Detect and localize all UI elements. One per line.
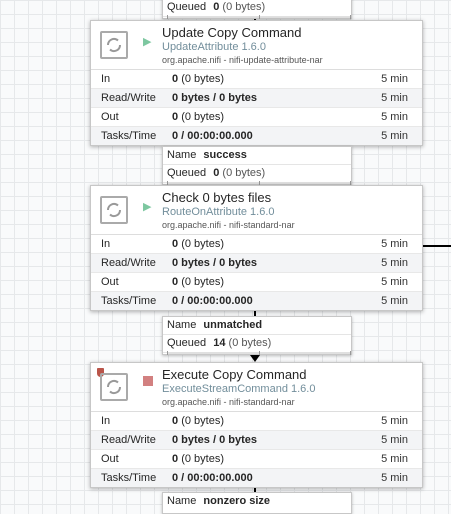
stopped-icon xyxy=(143,376,153,386)
stat-value: 0 (0 bytes) xyxy=(172,415,224,427)
processor-type: UpdateAttribute 1.6.0 xyxy=(162,41,266,53)
running-icon: ▶ xyxy=(143,201,152,213)
queue-bar xyxy=(167,181,351,185)
stat-row-out: Out 0 (0 bytes) 5 min xyxy=(91,108,422,127)
queued-count: 0 xyxy=(213,1,220,13)
stat-label: In xyxy=(101,238,111,250)
stat-value: 0 (0 bytes) xyxy=(172,453,224,465)
connection-label-unmatched[interactable]: Name unmatched Queued 14 (0 bytes) xyxy=(162,316,352,355)
connection-name: success xyxy=(203,149,247,161)
stat-row-in: In 0 (0 bytes) 5 min xyxy=(91,412,422,431)
stat-value: 0 bytes / 0 bytes xyxy=(172,257,257,269)
queued-size: (0 bytes) xyxy=(222,167,266,179)
name-label: Name xyxy=(167,319,197,331)
processor-header: Execute Copy Command ExecuteStreamComman… xyxy=(91,363,422,412)
stat-label: Out xyxy=(101,276,119,288)
stat-row-readwrite: Read/Write 0 bytes / 0 bytes 5 min xyxy=(91,431,422,450)
processor-icon xyxy=(100,31,128,59)
processor-name: Update Copy Command xyxy=(162,25,302,40)
stat-time: 5 min xyxy=(381,238,408,250)
processor-type: RouteOnAttribute 1.6.0 xyxy=(162,206,275,218)
stat-label: Read/Write xyxy=(101,257,156,269)
processor-stats: In 0 (0 bytes) 5 min Read/Write 0 bytes / 0… xyxy=(91,412,422,487)
stat-label: Out xyxy=(101,453,119,465)
stat-value: 0 / 00:00:00.000 xyxy=(172,472,253,484)
stat-row-tasks: Tasks/Time 0 / 00:00:00.000 5 min xyxy=(91,127,422,145)
stat-label: Tasks/Time xyxy=(101,472,157,484)
stat-time: 5 min xyxy=(381,130,408,142)
processor-icon xyxy=(100,373,128,401)
processor-execute-copy-command[interactable]: Execute Copy Command ExecuteStreamComman… xyxy=(90,362,423,488)
stat-time: 5 min xyxy=(381,295,408,307)
stat-row-tasks: Tasks/Time 0 / 00:00:00.000 5 min xyxy=(91,292,422,310)
stat-label: Read/Write xyxy=(101,92,156,104)
queued-label: Queued xyxy=(167,1,207,13)
stat-value: 0 bytes / 0 bytes xyxy=(172,434,257,446)
processor-header: ▶ Check 0 bytes files RouteOnAttribute 1… xyxy=(91,186,422,235)
stat-label: Read/Write xyxy=(101,434,156,446)
processor-check-0-bytes-files[interactable]: ▶ Check 0 bytes files RouteOnAttribute 1… xyxy=(90,185,423,311)
connection-label-success[interactable]: Name success Queued 0 (0 bytes) xyxy=(162,146,352,185)
queued-size: (0 bytes) xyxy=(222,1,266,13)
name-label: Name xyxy=(167,149,197,161)
stat-row-readwrite: Read/Write 0 bytes / 0 bytes 5 min xyxy=(91,254,422,273)
stat-row-out: Out 0 (0 bytes) 5 min xyxy=(91,273,422,292)
stat-value: 0 (0 bytes) xyxy=(172,111,224,123)
stat-time: 5 min xyxy=(381,276,408,288)
stat-value: 0 (0 bytes) xyxy=(172,276,224,288)
queue-bar xyxy=(167,351,351,355)
processor-name: Execute Copy Command xyxy=(162,367,307,382)
stat-value: 0 (0 bytes) xyxy=(172,73,224,85)
stat-time: 5 min xyxy=(381,453,408,465)
stat-time: 5 min xyxy=(381,472,408,484)
connection-line[interactable] xyxy=(421,245,451,247)
processor-bundle: org.apache.nifi - nifi-standard-nar xyxy=(162,397,295,407)
stat-label: In xyxy=(101,415,111,427)
connection-name: unmatched xyxy=(203,319,263,331)
stat-time: 5 min xyxy=(381,92,408,104)
processor-icon xyxy=(100,196,128,224)
processor-stats: In 0 (0 bytes) 5 min Read/Write 0 bytes / 0… xyxy=(91,235,422,310)
processor-type: ExecuteStreamCommand 1.6.0 xyxy=(162,383,316,395)
stat-row-out: Out 0 (0 bytes) 5 min xyxy=(91,450,422,469)
queued-label: Queued xyxy=(167,167,207,179)
stat-row-readwrite: Read/Write 0 bytes / 0 bytes 5 min xyxy=(91,89,422,108)
name-label: Name xyxy=(167,495,197,507)
stat-time: 5 min xyxy=(381,415,408,427)
processor-update-copy-command[interactable]: ▶ Update Copy Command UpdateAttribute 1.… xyxy=(90,20,423,146)
connection-arrow xyxy=(250,355,260,362)
stat-label: Out xyxy=(101,111,119,123)
stat-row-in: In 0 (0 bytes) 5 min xyxy=(91,235,422,254)
connection-label-top[interactable]: Queued 0 (0 bytes) xyxy=(162,0,352,19)
stat-value: 0 (0 bytes) xyxy=(172,238,224,250)
stat-label: Tasks/Time xyxy=(101,295,157,307)
stat-value: 0 / 00:00:00.000 xyxy=(172,295,253,307)
stat-row-in: In 0 (0 bytes) 5 min xyxy=(91,70,422,89)
stat-value: 0 bytes / 0 bytes xyxy=(172,92,257,104)
running-icon: ▶ xyxy=(143,36,152,48)
stat-time: 5 min xyxy=(381,257,408,269)
queued-count: 0 xyxy=(213,167,220,179)
queued-label: Queued xyxy=(167,337,207,349)
stat-time: 5 min xyxy=(381,434,408,446)
connection-label-bottom[interactable]: Name nonzero size xyxy=(162,492,352,514)
stat-value: 0 / 00:00:00.000 xyxy=(172,130,253,142)
processor-name: Check 0 bytes files xyxy=(162,190,272,205)
stat-time: 5 min xyxy=(381,73,408,85)
queue-bar xyxy=(167,15,351,19)
stat-row-tasks: Tasks/Time 0 / 00:00:00.000 5 min xyxy=(91,469,422,487)
processor-stats: In 0 (0 bytes) 5 min Read/Write 0 bytes / 0… xyxy=(91,70,422,145)
connection-name: nonzero size xyxy=(203,495,271,507)
queued-count: 14 xyxy=(213,337,226,349)
processor-bundle: org.apache.nifi - nifi-update-attribute-… xyxy=(162,55,323,65)
queued-size: (0 bytes) xyxy=(228,337,272,349)
stat-time: 5 min xyxy=(381,111,408,123)
processor-header: ▶ Update Copy Command UpdateAttribute 1.… xyxy=(91,21,422,70)
processor-bundle: org.apache.nifi - nifi-standard-nar xyxy=(162,220,295,230)
stat-label: In xyxy=(101,73,111,85)
stat-label: Tasks/Time xyxy=(101,130,157,142)
